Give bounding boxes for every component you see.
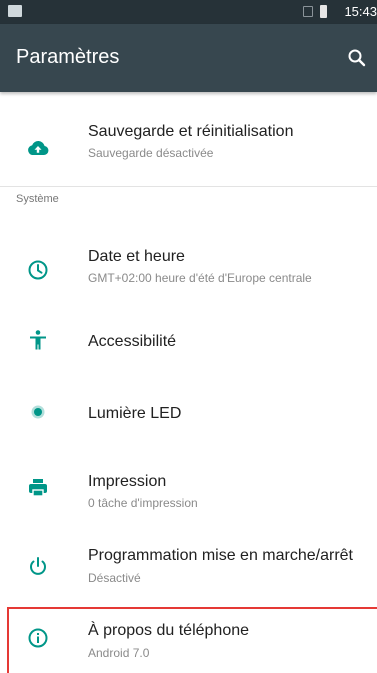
- no-sim-icon: [303, 6, 313, 17]
- settings-item-date-time[interactable]: Date et heure GMT+02:00 heure d'été d'Eu…: [0, 232, 377, 308]
- settings-item-scheduled-power[interactable]: Programmation mise en marche/arrêt Désac…: [0, 526, 377, 602]
- cloud-upload-icon: [26, 136, 50, 160]
- app-bar: Paramètres: [0, 24, 377, 92]
- settings-item-subtitle: GMT+02:00 heure d'été d'Europe centrale: [88, 271, 312, 285]
- clock-icon: [26, 258, 50, 282]
- settings-item-backup-reset[interactable]: Sauvegarde et réinitialisation Sauvegard…: [0, 110, 377, 186]
- settings-item-title: Date et heure: [88, 248, 185, 265]
- settings-item-title: Programmation mise en marche/arrêt: [88, 547, 353, 564]
- page-title: Paramètres: [16, 46, 120, 68]
- battery-icon: [320, 5, 327, 18]
- settings-item-title: Accessibilité: [88, 333, 177, 350]
- settings-item-accessibility[interactable]: Accessibilité: [0, 308, 377, 374]
- status-time: 15:43: [344, 4, 377, 19]
- settings-item-printing[interactable]: Impression 0 tâche d'impression: [0, 450, 377, 526]
- accessibility-icon: [26, 328, 50, 352]
- settings-item-title: Lumière LED: [88, 405, 182, 422]
- led-light-icon: [26, 400, 50, 424]
- notification-icon: [8, 5, 22, 17]
- settings-item-title: Impression: [88, 473, 167, 490]
- printer-icon: [26, 476, 50, 500]
- settings-item-subtitle: Sauvegarde désactivée: [88, 146, 214, 160]
- settings-item-title: Sauvegarde et réinitialisation: [88, 123, 294, 140]
- section-divider: [0, 186, 377, 187]
- settings-item-subtitle: 0 tâche d'impression: [88, 496, 198, 510]
- status-bar: 15:43: [0, 0, 377, 24]
- search-icon[interactable]: [347, 48, 367, 68]
- power-schedule-icon: [26, 554, 50, 578]
- settings-item-subtitle: Désactivé: [88, 571, 141, 585]
- section-header-system: Système: [16, 193, 59, 205]
- highlight-frame: [7, 607, 377, 673]
- settings-item-led-light[interactable]: Lumière LED: [0, 374, 377, 450]
